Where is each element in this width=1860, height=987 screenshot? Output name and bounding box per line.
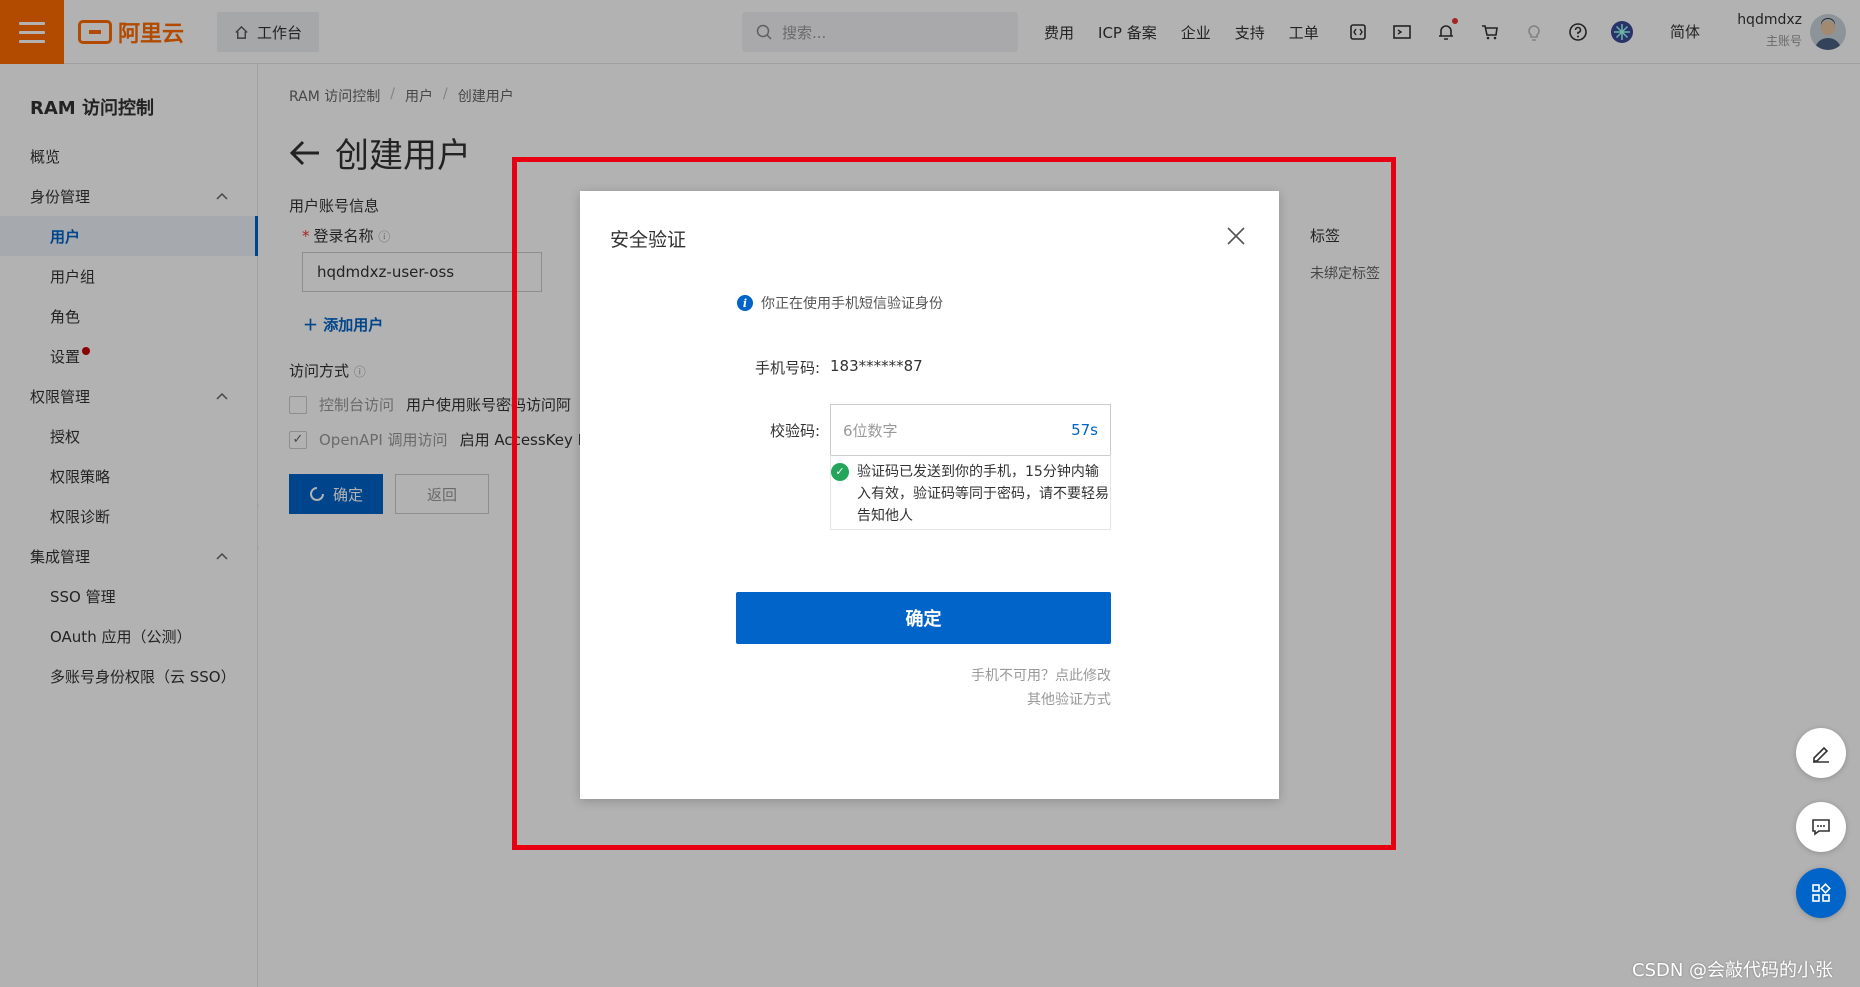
chat-icon: [1812, 819, 1830, 836]
edit-icon: [1813, 746, 1829, 763]
chat-button[interactable]: [1796, 802, 1846, 852]
watermark: CSDN @会敲代码的小张: [1632, 960, 1834, 981]
grid-icon: [1812, 883, 1831, 902]
apps-button[interactable]: [1796, 868, 1846, 918]
feedback-edit-button[interactable]: [1796, 728, 1846, 778]
annotation-highlight-box: [512, 157, 1396, 850]
